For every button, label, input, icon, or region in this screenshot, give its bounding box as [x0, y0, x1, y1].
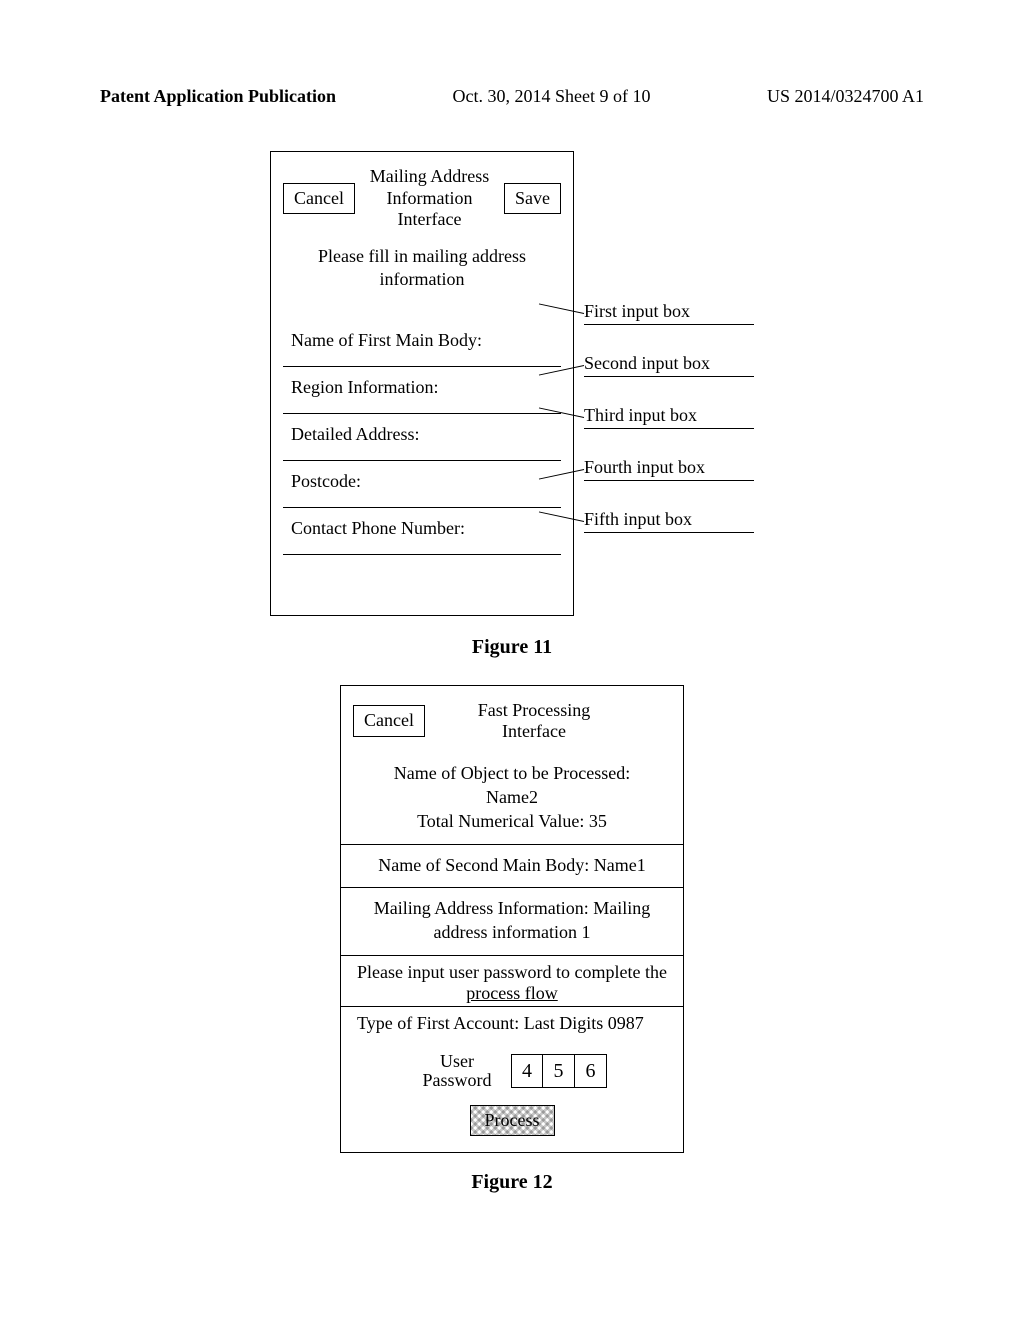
save-button[interactable]: Save	[504, 183, 561, 215]
password-digit-1[interactable]: 4	[511, 1054, 543, 1088]
prompt-line-1: Please input user password to complete t…	[357, 962, 667, 982]
second-main-body-section: Name of Second Main Body: Name1	[341, 845, 683, 888]
title-line-1: Mailing Address	[370, 166, 490, 186]
detailed-address-input[interactable]: Detailed Address:	[283, 414, 561, 461]
patent-page: Patent Application Publication Oct. 30, …	[0, 0, 1024, 1280]
name-of-first-main-body-input[interactable]: Name of First Main Body:	[283, 320, 561, 367]
pwd-label-line-2: Password	[422, 1070, 491, 1090]
cancel-button[interactable]: Cancel	[353, 705, 425, 737]
title-line-2: Information	[387, 188, 473, 208]
process-button-row: Process	[341, 1105, 683, 1152]
title-line-2: Interface	[502, 721, 566, 741]
screen-title: Mailing Address Information Interface	[355, 166, 504, 231]
password-digit-3[interactable]: 6	[575, 1054, 607, 1088]
annotation-third-input-box: Third input box	[584, 405, 754, 429]
total-numerical-value: Total Numerical Value: 35	[417, 811, 607, 831]
form-fields: Name of First Main Body: Region Informat…	[283, 320, 561, 555]
password-prompt: Please input user password to complete t…	[341, 956, 683, 1006]
figure-12-toolbar: Cancel Fast Processing Interface	[341, 686, 683, 753]
fast-processing-interface: Cancel Fast Processing Interface Name of…	[340, 685, 684, 1154]
contact-phone-number-input[interactable]: Contact Phone Number:	[283, 508, 561, 555]
screen-title: Fast Processing Interface	[425, 700, 671, 743]
figure-11-annotations: First input box Second input box Third i…	[574, 151, 754, 561]
object-name-value: Name2	[486, 787, 538, 807]
mailing-address-interface: Cancel Mailing Address Information Inter…	[270, 151, 574, 616]
title-line-3: Interface	[398, 209, 462, 229]
password-digit-boxes: 4 5 6	[511, 1054, 607, 1088]
user-password-row: User Password 4 5 6	[341, 1042, 683, 1106]
prompt-line-2: process flow	[466, 983, 557, 1003]
object-to-process-section: Name of Object to be Processed: Name2 To…	[341, 753, 683, 845]
figure-12-container: Cancel Fast Processing Interface Name of…	[100, 685, 924, 1154]
annotation-fifth-input-box: Fifth input box	[584, 509, 754, 533]
mailing-address-line-2: address information 1	[434, 922, 591, 942]
account-type-row: Type of First Account: Last Digits 0987	[341, 1006, 683, 1042]
annotation-fourth-input-box: Fourth input box	[584, 457, 754, 481]
postcode-input[interactable]: Postcode:	[283, 461, 561, 508]
region-information-input[interactable]: Region Information:	[283, 367, 561, 414]
figure-11-container: Cancel Mailing Address Information Inter…	[100, 151, 924, 616]
password-digit-2[interactable]: 5	[543, 1054, 575, 1088]
instruction-text: Please fill in mailing address informati…	[283, 245, 561, 292]
cancel-button[interactable]: Cancel	[283, 183, 355, 215]
instruction-line-1: Please fill in mailing address	[318, 246, 526, 266]
second-main-body-value: Name of Second Main Body: Name1	[378, 855, 645, 875]
account-type-value: Type of First Account: Last Digits 0987	[357, 1013, 644, 1033]
mailing-address-line-1: Mailing Address Information: Mailing	[374, 898, 650, 918]
user-password-label: User Password	[417, 1052, 497, 1092]
process-button[interactable]: Process	[470, 1105, 555, 1136]
annotation-second-input-box: Second input box	[584, 353, 754, 377]
pwd-label-line-1: User	[440, 1051, 474, 1071]
header-date-sheet: Oct. 30, 2014 Sheet 9 of 10	[453, 86, 651, 107]
title-line-1: Fast Processing	[478, 700, 591, 720]
header-publication-type: Patent Application Publication	[100, 86, 336, 107]
header-publication-number: US 2014/0324700 A1	[767, 86, 924, 107]
figure-11-toolbar: Cancel Mailing Address Information Inter…	[283, 166, 561, 231]
running-header: Patent Application Publication Oct. 30, …	[100, 86, 924, 107]
annotation-first-input-box: First input box	[584, 301, 754, 325]
figure-12-caption: Figure 12	[100, 1171, 924, 1194]
instruction-line-2: information	[380, 269, 465, 289]
figure-11-caption: Figure 11	[100, 636, 924, 659]
object-name-label: Name of Object to be Processed:	[394, 763, 630, 783]
mailing-address-section: Mailing Address Information: Mailing add…	[341, 888, 683, 956]
